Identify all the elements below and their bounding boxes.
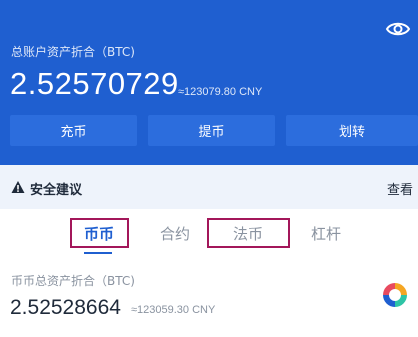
transfer-button[interactable]: 划转 bbox=[286, 115, 418, 146]
tab-margin[interactable]: 杠杆 bbox=[311, 223, 341, 244]
security-title: 安全建议 bbox=[30, 183, 83, 198]
withdraw-button[interactable]: 提币 bbox=[148, 115, 275, 146]
deposit-button[interactable]: 充币 bbox=[10, 115, 137, 146]
warning-icon bbox=[11, 181, 25, 193]
total-assets-amount: 2.52570729 bbox=[10, 66, 179, 101]
spot-assets-label: 币币总资产折合（BTC) bbox=[11, 274, 135, 288]
asset-distribution-icon[interactable] bbox=[382, 282, 408, 308]
eye-icon[interactable] bbox=[385, 18, 411, 40]
spot-assets-cny: ≈123059.30 CNY bbox=[131, 304, 216, 316]
total-assets-label: 总账户资产折合（BTC) bbox=[11, 45, 135, 59]
account-tabs: 币币 合约 法币 杠杆 bbox=[0, 209, 418, 257]
security-banner: 安全建议 查看 bbox=[0, 165, 418, 209]
spot-assets-amount: 2.52528664 bbox=[10, 296, 121, 319]
active-tab-indicator bbox=[84, 252, 112, 254]
highlight-box-spot bbox=[70, 218, 129, 248]
asset-header: 总账户资产折合（BTC) 2.52570729 ≈123079.80 CNY 充… bbox=[0, 0, 418, 165]
highlight-box-fiat bbox=[207, 218, 290, 248]
total-assets-cny: ≈123079.80 CNY bbox=[178, 86, 263, 98]
security-view-link[interactable]: 查看 bbox=[387, 179, 413, 198]
tab-contract[interactable]: 合约 bbox=[160, 223, 190, 244]
